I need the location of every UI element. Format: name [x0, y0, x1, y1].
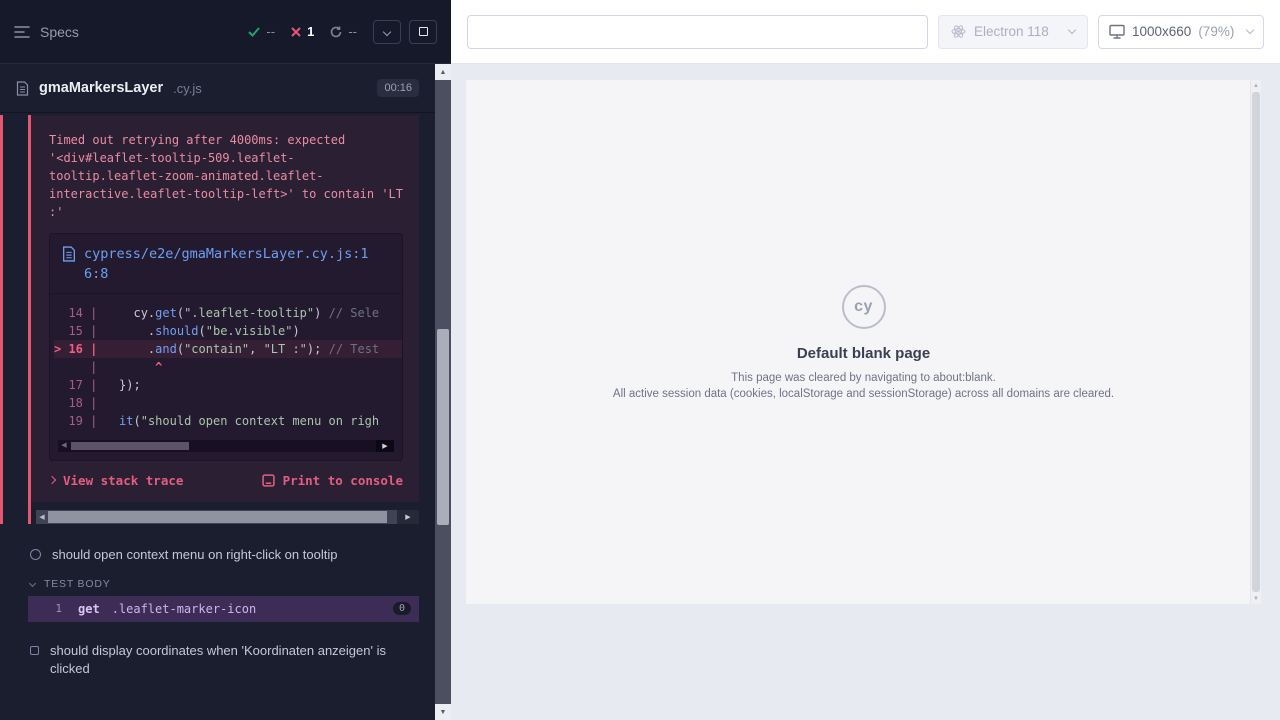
test-body-label: TEST BODY	[44, 578, 111, 590]
attempt-scrollbar-thumb[interactable]	[48, 511, 387, 523]
spec-header[interactable]: gmaMarkersLayer .cy.js 00:16	[0, 64, 435, 113]
chevron-down-icon	[29, 580, 36, 587]
spec-extension: .cy.js	[173, 81, 202, 96]
aut-iframe-panel: cy Default blank page This page was clea…	[466, 80, 1261, 604]
pending-count: --	[348, 24, 357, 39]
stat-pending: --	[330, 24, 357, 39]
aut-scrollbar-thumb[interactable]	[1252, 92, 1260, 592]
stat-failed: 1	[291, 24, 314, 39]
viewport-selector[interactable]: 1000x660 (79%)	[1098, 15, 1264, 49]
test-list: should open context menu on right-click …	[0, 540, 435, 684]
x-icon	[291, 27, 301, 37]
scroll-right-icon[interactable]: ▶	[397, 510, 419, 524]
attempt-horizontal-scrollbar[interactable]: ◀ ▶	[36, 510, 419, 524]
command-number: 1	[28, 602, 62, 615]
file-link-text: cypress/e2e/gmaMarkersLayer.cy.js:16:8	[84, 244, 376, 285]
stop-button[interactable]	[409, 20, 437, 44]
specs-label: Specs	[40, 24, 79, 40]
test-title: should display coordinates when 'Koordin…	[50, 642, 398, 678]
scroll-left-icon[interactable]: ◀	[36, 513, 48, 521]
reporter-scrollbar-thumb[interactable]	[437, 329, 449, 525]
stop-icon	[419, 27, 428, 36]
scroll-up-icon[interactable]: ▲	[435, 64, 451, 80]
spec-file-icon	[16, 81, 29, 96]
test-stats: -- 1 --	[248, 24, 357, 39]
default-blank-page: cy Default blank page This page was clea…	[466, 80, 1261, 604]
error-actions: View stack trace Print to console	[49, 473, 403, 488]
url-input[interactable]	[467, 15, 928, 49]
print-console-label: Print to console	[283, 473, 403, 488]
code-horizontal-scrollbar[interactable]: ◀ ▶	[58, 440, 394, 452]
cypress-logo: cy	[842, 285, 886, 329]
blank-page-line1: This page was cleared by navigating to a…	[731, 372, 996, 384]
scroll-down-icon[interactable]: ▼	[435, 704, 451, 720]
scroll-left-icon[interactable]: ◀	[58, 440, 70, 452]
command-badge: 0	[393, 602, 411, 615]
restart-icon	[330, 26, 342, 38]
stack-trace-label: View stack trace	[63, 473, 183, 488]
blank-page-title: Default blank page	[797, 345, 930, 362]
reporter-controls	[373, 20, 437, 44]
specs-list-icon	[14, 25, 30, 39]
error-message: Timed out retrying after 4000ms: expecte…	[49, 131, 403, 221]
code-frame-file-link[interactable]: cypress/e2e/gmaMarkersLayer.cy.js:16:8	[50, 234, 402, 294]
file-icon	[62, 246, 76, 262]
reporter-body: gmaMarkersLayer .cy.js 00:16 Timed out r…	[0, 64, 435, 684]
reporter-vertical-scrollbar[interactable]: ▲ ▼	[435, 64, 451, 720]
cypress-app: Specs -- 1 --	[0, 0, 1280, 720]
test-row-active[interactable]: should open context menu on right-click …	[0, 540, 435, 570]
spec-duration-badge: 00:16	[377, 79, 419, 97]
test-queued-icon	[30, 646, 39, 655]
test-running-icon	[30, 549, 41, 560]
monitor-icon	[1109, 24, 1125, 39]
view-stack-trace-button[interactable]: View stack trace	[49, 473, 183, 488]
browser-selector[interactable]: Electron 118	[938, 15, 1088, 49]
chevron-down-icon	[1246, 26, 1254, 34]
reporter-header: Specs -- 1 --	[0, 0, 451, 64]
failed-attempt: Timed out retrying after 4000ms: expecte…	[0, 113, 435, 524]
specs-menu-button[interactable]: Specs	[14, 24, 79, 40]
runner-main: Electron 118 1000x660 (79%) cy Default b…	[451, 0, 1280, 720]
chevron-down-icon	[1068, 26, 1076, 34]
browser-label: Electron 118	[974, 24, 1049, 39]
collapse-all-button[interactable]	[373, 20, 401, 44]
chevron-right-icon	[48, 476, 56, 484]
aut-vertical-scrollbar[interactable]: ▲ ▼	[1250, 80, 1261, 604]
spec-name: gmaMarkersLayer	[39, 80, 163, 96]
check-icon	[248, 27, 260, 37]
electron-icon	[951, 24, 966, 39]
scroll-up-icon[interactable]: ▲	[1251, 80, 1261, 91]
chevron-down-icon	[383, 27, 391, 35]
viewport-size: 1000x660	[1132, 24, 1191, 39]
code-lines: 14 | cy.get(".leaflet-tooltip") // Sele …	[50, 294, 402, 432]
scroll-right-icon[interactable]: ▶	[376, 440, 394, 452]
test-row-queued[interactable]: should display coordinates when 'Koordin…	[0, 636, 435, 684]
blank-page-line2: All active session data (cookies, localS…	[613, 388, 1114, 400]
stat-passed: --	[248, 24, 275, 39]
viewport-scale: (79%)	[1198, 24, 1234, 39]
runner-header: Electron 118 1000x660 (79%)	[451, 0, 1280, 64]
code-scrollbar-thumb[interactable]	[71, 442, 189, 450]
error-panel: Timed out retrying after 4000ms: expecte…	[31, 115, 419, 502]
reporter-sidebar: Specs -- 1 --	[0, 0, 451, 720]
command-message: .leaflet-marker-icon	[112, 602, 257, 616]
code-frame: cypress/e2e/gmaMarkersLayer.cy.js:16:8 1…	[49, 233, 403, 461]
command-log-row[interactable]: 1 get .leaflet-marker-icon 0	[28, 596, 419, 622]
failed-count: 1	[307, 24, 314, 39]
test-title: should open context menu on right-click …	[52, 546, 337, 564]
command-method: get	[78, 602, 100, 616]
print-console-icon	[262, 474, 275, 487]
scroll-down-icon[interactable]: ▼	[1251, 593, 1261, 604]
passed-count: --	[266, 24, 275, 39]
print-to-console-button[interactable]: Print to console	[262, 473, 403, 488]
test-body-header[interactable]: TEST BODY	[30, 578, 435, 590]
